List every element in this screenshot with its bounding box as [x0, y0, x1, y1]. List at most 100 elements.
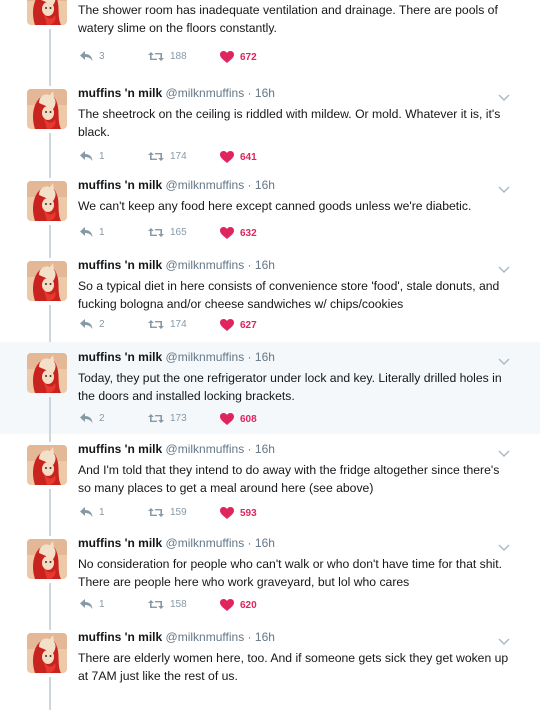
display-name[interactable]: muffins 'n milk — [78, 178, 162, 192]
heart-icon — [220, 413, 234, 425]
like-button[interactable]: 620 — [220, 599, 257, 611]
like-button[interactable]: 632 — [220, 227, 257, 239]
heart-icon — [220, 151, 234, 163]
reply-button[interactable]: 1 — [80, 151, 105, 162]
like-button[interactable]: 627 — [220, 319, 257, 331]
chevron-down-icon[interactable] — [498, 89, 510, 101]
retweet-count: 188 — [170, 51, 187, 62]
timestamp[interactable]: 16h — [255, 350, 275, 364]
retweet-button[interactable]: 158 — [148, 599, 187, 610]
user-handle[interactable]: @milknmuffins — [166, 178, 245, 192]
user-handle[interactable]: @milknmuffins — [166, 442, 245, 456]
separator-dot: · — [247, 86, 252, 100]
like-count: 672 — [240, 51, 257, 63]
timestamp[interactable]: 16h — [255, 178, 275, 192]
avatar[interactable] — [27, 353, 67, 393]
chevron-down-icon[interactable] — [498, 633, 510, 645]
tweet-header: muffins 'n milk @milknmuffins · 16h — [78, 86, 275, 101]
tweet[interactable]: muffins 'n milk @milknmuffins · 16hThe s… — [0, 0, 540, 86]
reply-button[interactable]: 3 — [80, 51, 105, 62]
retweet-icon — [148, 51, 164, 62]
display-name[interactable]: muffins 'n milk — [78, 350, 162, 364]
tweet[interactable]: muffins 'n milk @milknmuffins · 16h We ca… — [0, 170, 540, 258]
chevron-down-icon[interactable] — [498, 445, 510, 457]
tweet[interactable]: muffins 'n milk @milknmuffins · 16hThe s… — [0, 78, 540, 178]
display-name[interactable]: muffins 'n milk — [78, 258, 162, 272]
reply-count: 2 — [99, 413, 105, 424]
tweet-header: muffins 'n milk @milknmuffins · 16h — [78, 442, 275, 457]
like-count: 608 — [240, 413, 257, 425]
tweet-text: The shower room has inadequate ventilati… — [78, 3, 498, 35]
like-button[interactable]: 608 — [220, 413, 257, 425]
retweet-icon — [148, 151, 164, 162]
like-button[interactable]: 593 — [220, 507, 257, 519]
chevron-down-icon[interactable] — [498, 181, 510, 193]
avatar[interactable] — [27, 261, 67, 301]
reply-icon — [80, 151, 93, 162]
timestamp[interactable]: 16h — [255, 536, 275, 550]
reply-button[interactable]: 1 — [80, 227, 105, 238]
thread-line — [49, 677, 51, 710]
tweet[interactable]: muffins 'n milk @milknmuffins · 16h No co… — [0, 528, 540, 630]
chevron-down-icon[interactable] — [498, 353, 510, 365]
reply-icon — [80, 227, 93, 238]
display-name[interactable]: muffins 'n milk — [78, 86, 162, 100]
retweet-count: 165 — [170, 227, 187, 238]
avatar[interactable] — [27, 181, 67, 221]
chevron-down-icon[interactable] — [498, 539, 510, 551]
reply-button[interactable]: 2 — [80, 319, 105, 330]
retweet-button[interactable]: 165 — [148, 227, 187, 238]
user-handle[interactable]: @milknmuffins — [166, 536, 245, 550]
retweet-icon — [148, 413, 164, 424]
reply-count: 1 — [99, 227, 105, 238]
tweet-header: muffins 'n milk @milknmuffins · 16h — [78, 630, 275, 645]
like-button[interactable]: 672 — [220, 51, 257, 63]
tweet-text: No consideration for people who can't wa… — [78, 557, 502, 589]
timestamp[interactable]: 16h — [255, 258, 275, 272]
separator-dot: · — [247, 350, 252, 364]
tweet-header: muffins 'n milk @milknmuffins · 16h — [78, 178, 275, 193]
tweet[interactable]: muffins 'n milk @milknmuffins · 16h There… — [0, 622, 540, 710]
user-handle[interactable]: @milknmuffins — [166, 350, 245, 364]
chevron-down-icon[interactable] — [498, 261, 510, 273]
like-count: 620 — [240, 599, 257, 611]
separator-dot: · — [247, 630, 252, 644]
display-name[interactable]: muffins 'n milk — [78, 442, 162, 456]
retweet-button[interactable]: 174 — [148, 151, 187, 162]
retweet-button[interactable]: 174 — [148, 319, 187, 330]
retweet-button[interactable]: 188 — [148, 51, 187, 62]
timestamp[interactable]: 16h — [255, 86, 275, 100]
timestamp[interactable]: 16h — [255, 442, 275, 456]
tweet-header: muffins 'n milk @milknmuffins · 16h — [78, 536, 275, 551]
user-handle[interactable]: @milknmuffins — [166, 630, 245, 644]
avatar[interactable] — [27, 89, 67, 129]
reply-icon — [80, 319, 93, 330]
heart-icon — [220, 227, 234, 239]
avatar[interactable] — [27, 633, 67, 673]
avatar[interactable] — [27, 0, 67, 25]
retweet-count: 174 — [170, 151, 187, 162]
tweet[interactable]: muffins 'n milk @milknmuffins · 16h So a … — [0, 250, 540, 350]
tweet[interactable]: muffins 'n milk @milknmuffins · 16h Today… — [0, 342, 540, 442]
user-handle[interactable]: @milknmuffins — [166, 86, 245, 100]
tweet-text: We can't keep any food here except canne… — [78, 199, 472, 213]
retweet-count: 159 — [170, 507, 187, 518]
reply-button[interactable]: 2 — [80, 413, 105, 424]
display-name[interactable]: muffins 'n milk — [78, 630, 162, 644]
retweet-button[interactable]: 173 — [148, 413, 187, 424]
tweet[interactable]: muffins 'n milk @milknmuffins · 16h And I… — [0, 434, 540, 536]
retweet-button[interactable]: 159 — [148, 507, 187, 518]
heart-icon — [220, 319, 234, 331]
like-count: 593 — [240, 507, 257, 519]
user-handle[interactable]: @milknmuffins — [166, 258, 245, 272]
avatar[interactable] — [27, 445, 67, 485]
display-name[interactable]: muffins 'n milk — [78, 536, 162, 550]
avatar[interactable] — [27, 539, 67, 579]
reply-button[interactable]: 1 — [80, 507, 105, 518]
reply-button[interactable]: 1 — [80, 599, 105, 610]
timestamp[interactable]: 16h — [255, 630, 275, 644]
like-button[interactable]: 641 — [220, 151, 257, 163]
retweet-count: 158 — [170, 599, 187, 610]
tweet-text: Today, they put the one refrigerator und… — [78, 371, 502, 403]
like-count: 641 — [240, 151, 257, 163]
